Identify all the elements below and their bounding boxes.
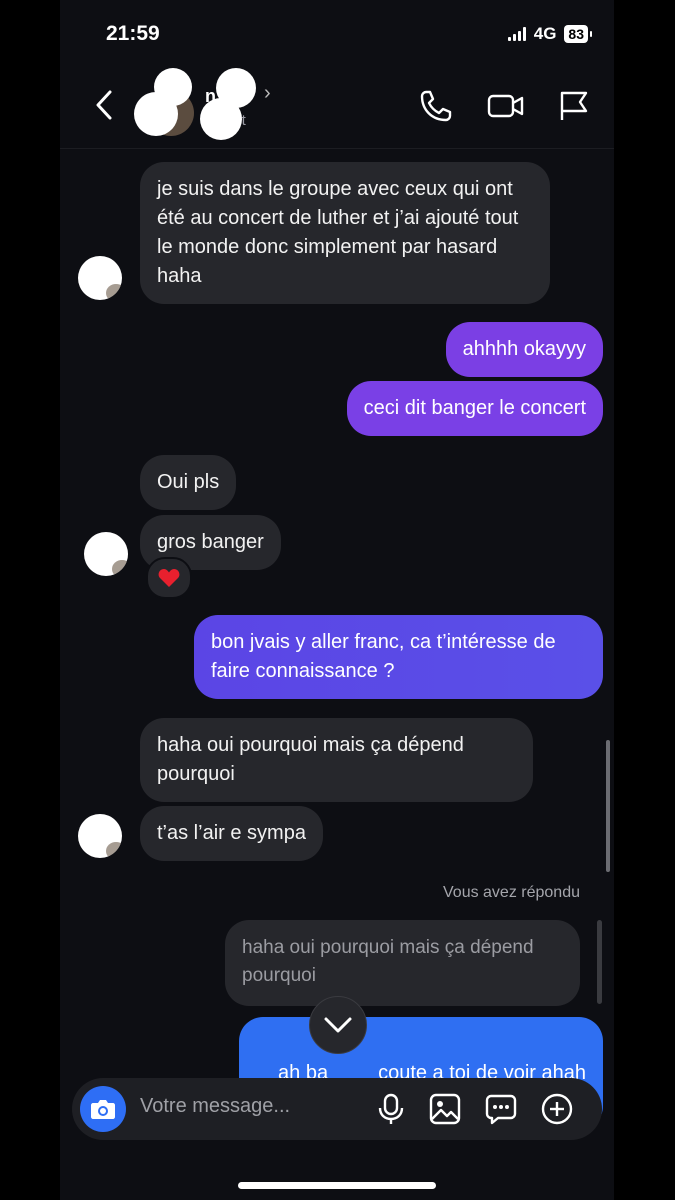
message-bubble-incoming[interactable]: je suis dans le groupe avec ceux qui ont… (140, 162, 550, 304)
message-bubble-outgoing[interactable]: bon jvais y aller franc, ca t’intéresse … (194, 615, 603, 699)
sticker-icon[interactable] (484, 1092, 518, 1126)
status-indicators: 4G 83 (507, 24, 592, 44)
plus-icon[interactable] (540, 1092, 574, 1126)
back-chevron-icon[interactable] (90, 88, 120, 122)
scroll-to-bottom-button[interactable] (309, 996, 367, 1054)
reply-indicator-bar (597, 920, 602, 1004)
sender-avatar (78, 256, 122, 300)
home-indicator[interactable] (238, 1182, 436, 1189)
network-type: 4G (533, 24, 557, 43)
phone-icon[interactable] (418, 88, 454, 124)
status-time: 21:59 (106, 22, 160, 45)
heart-icon (158, 569, 180, 587)
conversation-header: n adt › (60, 60, 614, 149)
video-camera-icon[interactable] (486, 88, 526, 124)
camera-icon (91, 1100, 115, 1119)
image-icon[interactable] (428, 1092, 462, 1126)
message-bubble-incoming[interactable]: t’as l’air e sympa (140, 806, 323, 861)
message-bubble-incoming[interactable]: Oui pls (140, 455, 237, 510)
message-bubble-incoming[interactable]: haha oui pourquoi mais ça dépend pourquo… (140, 718, 533, 802)
reply-label: Vous avez répondu (443, 884, 580, 901)
flag-icon[interactable] (556, 88, 592, 124)
signal-icon (507, 27, 526, 41)
sender-avatar (78, 814, 122, 858)
message-composer (72, 1078, 602, 1140)
microphone-icon[interactable] (374, 1092, 408, 1126)
chevron-down-icon (324, 1017, 352, 1033)
phone-screen: 21:59 4G 83 n adt › je suis dans le (60, 0, 614, 1200)
message-bubble-outgoing[interactable]: ahhhh okayyy (445, 322, 603, 377)
camera-button[interactable] (80, 1086, 126, 1132)
chevron-right-icon[interactable]: › (264, 82, 271, 105)
quoted-message[interactable]: haha oui pourquoi mais ça dépend pourquo… (225, 920, 580, 1006)
message-bubble-outgoing[interactable]: ceci dit banger le concert (346, 381, 603, 436)
scrollbar[interactable] (606, 740, 610, 872)
heart-reaction[interactable] (146, 557, 192, 599)
redaction-mark (200, 98, 242, 140)
message-input[interactable] (140, 1095, 340, 1118)
redaction-mark (134, 92, 178, 136)
sender-avatar (84, 532, 128, 576)
battery-icon: 83 (564, 25, 592, 43)
